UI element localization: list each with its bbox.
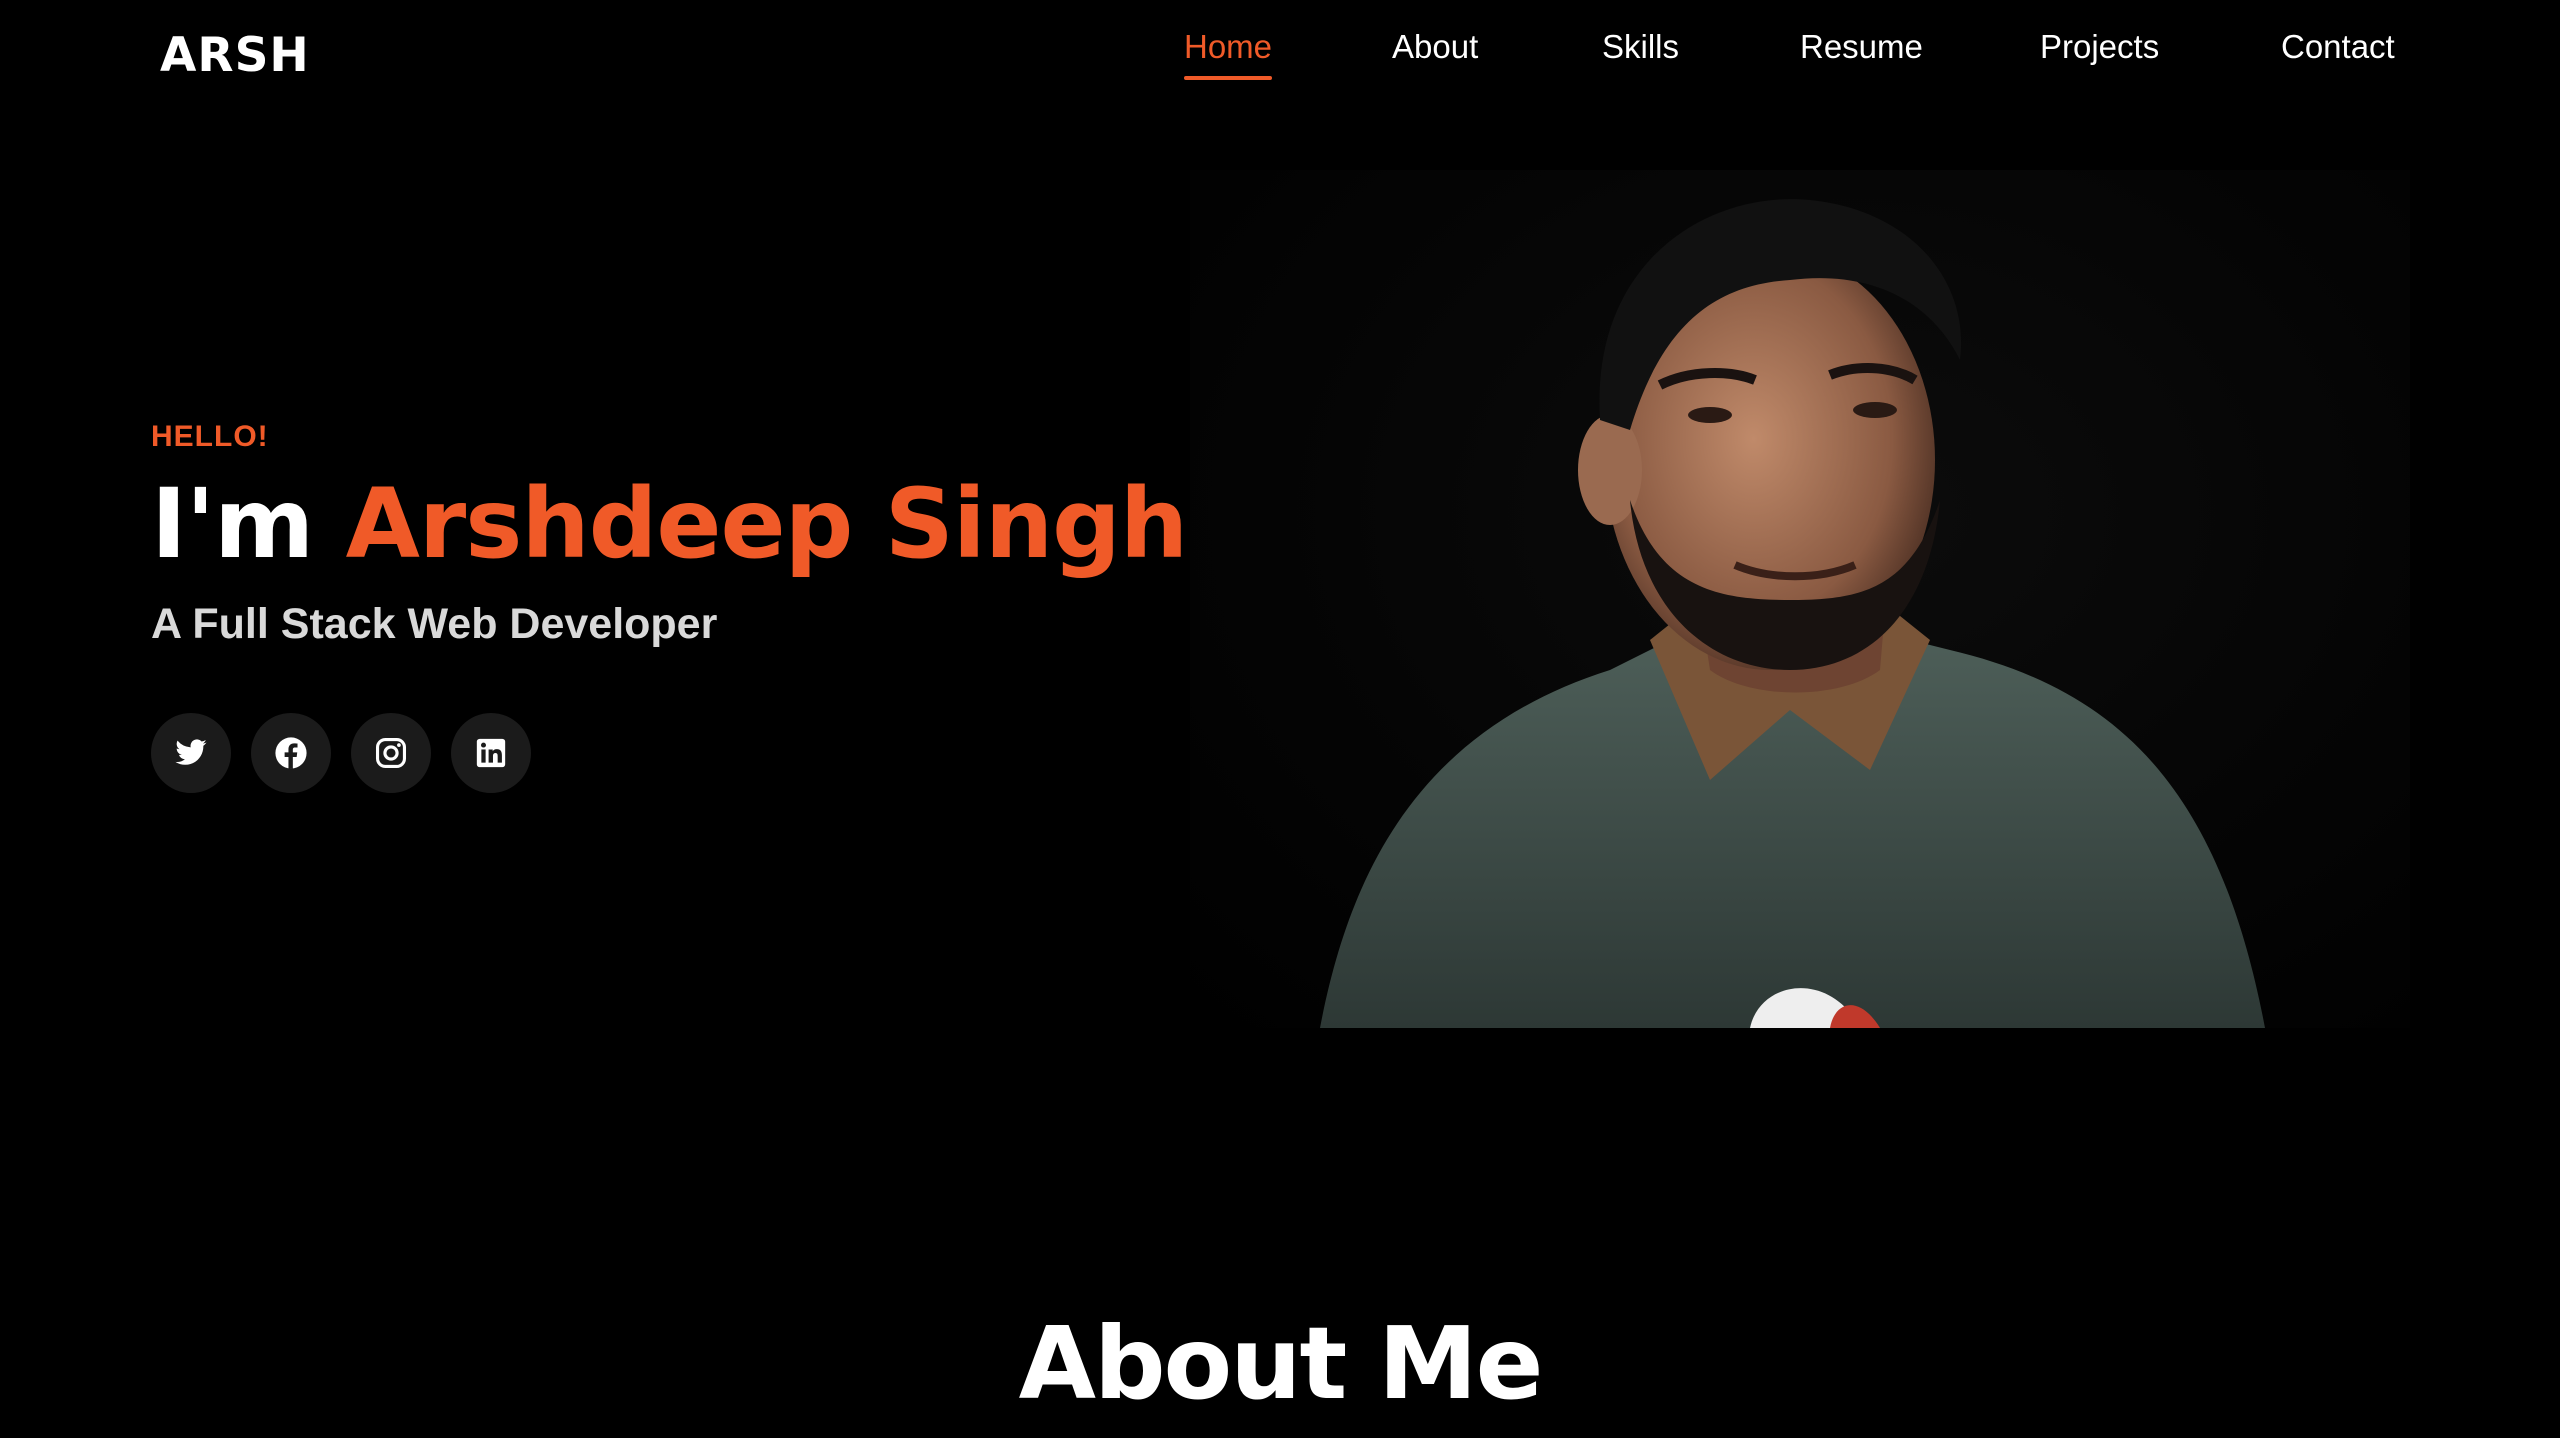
headline-name: Arshdeep Singh — [345, 468, 1189, 580]
portfolio-page: ARSH Home About Skills Resume Projects C… — [0, 0, 2560, 1438]
social-links — [151, 713, 531, 793]
hero-subtitle: A Full Stack Web Developer — [151, 600, 718, 648]
hero-greeting: HELLO! — [151, 420, 269, 453]
about-section-title: About Me — [1018, 1305, 1544, 1422]
site-header: ARSH Home About Skills Resume Projects C… — [0, 0, 2560, 110]
nav-about[interactable]: About — [1392, 28, 1478, 66]
nav-resume-label: Resume — [1800, 28, 1923, 65]
instagram-link[interactable] — [351, 713, 431, 793]
profile-photo — [1190, 170, 2410, 1028]
linkedin-link[interactable] — [451, 713, 531, 793]
nav-resume[interactable]: Resume — [1800, 28, 1923, 66]
hero-headline: I'm Arshdeep Singh — [151, 476, 1188, 572]
hero-intro: HELLO! I'm Arshdeep Singh A Full Stack W… — [151, 420, 1188, 649]
nav-contact[interactable]: Contact — [2281, 28, 2395, 66]
facebook-icon — [275, 737, 307, 769]
profile-photo-illustration — [1320, 199, 2265, 1028]
active-nav-underline — [1184, 76, 1273, 80]
nav-home[interactable]: Home — [1184, 28, 1273, 80]
linkedin-icon — [476, 738, 506, 768]
facebook-link[interactable] — [251, 713, 331, 793]
nav-about-label: About — [1392, 28, 1479, 65]
main-nav: Home About Skills Resume Projects Contac… — [0, 28, 2560, 88]
nav-skills-label: Skills — [1602, 28, 1680, 65]
nav-projects[interactable]: Projects — [2040, 28, 2159, 66]
nav-contact-label: Contact — [2281, 28, 2395, 65]
twitter-icon — [175, 739, 207, 765]
nav-home-label: Home — [1184, 28, 1273, 65]
nav-skills[interactable]: Skills — [1602, 28, 1679, 66]
headline-lead: I'm — [151, 468, 314, 580]
twitter-link[interactable] — [151, 713, 231, 793]
nav-projects-label: Projects — [2040, 28, 2160, 65]
instagram-icon — [375, 737, 407, 769]
